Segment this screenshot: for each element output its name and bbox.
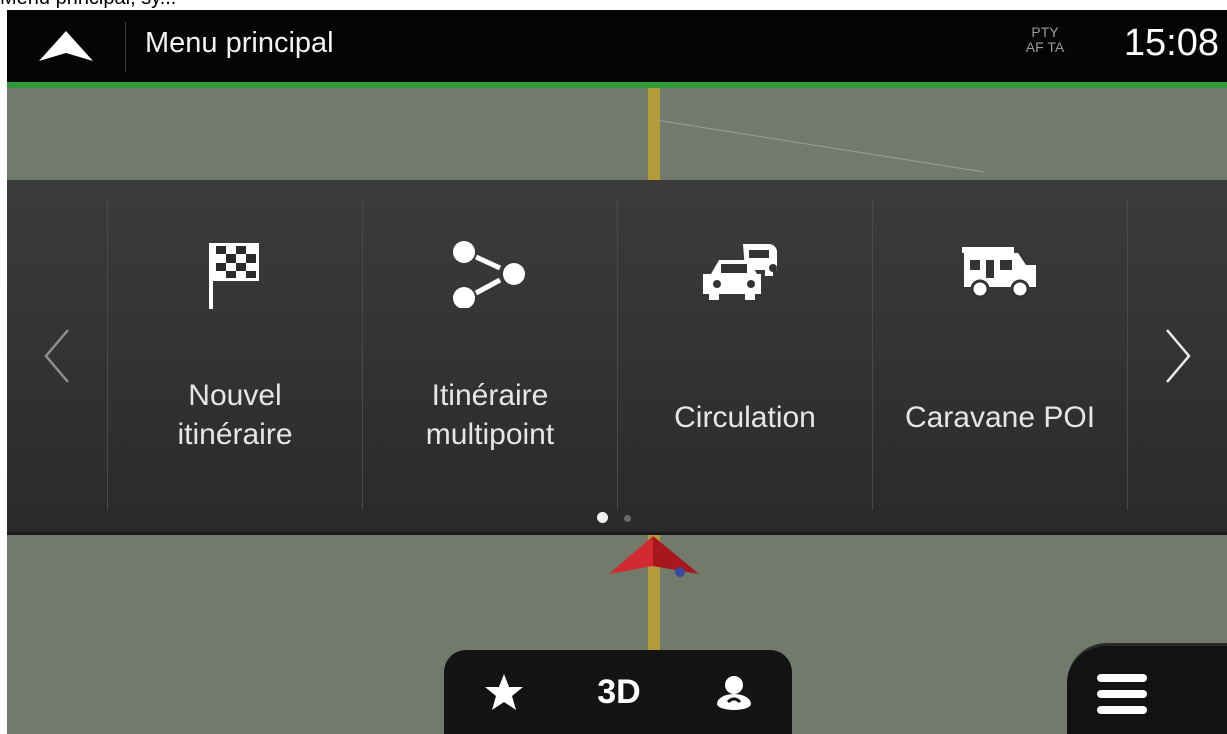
checkered-flag-icon	[108, 228, 362, 318]
user-location-button[interactable]	[694, 650, 774, 734]
menu-item-traffic[interactable]: Circulation	[618, 180, 872, 510]
previous-page-button[interactable]	[7, 180, 107, 532]
page-dot-inactive	[624, 515, 631, 522]
window-caption: Menu principal; sy...	[0, 0, 1227, 9]
menu-item-new-route[interactable]: Nouvel itinéraire	[108, 180, 362, 510]
navigation-arrow-icon	[39, 31, 93, 61]
label-line-1: Itinéraire	[431, 379, 549, 412]
radio-afta-label: AF TA	[1025, 39, 1065, 55]
map-view-upper[interactable]	[7, 88, 1227, 180]
menu-item-caravan-poi[interactable]: Caravane POI	[873, 180, 1127, 510]
label-line-1: Nouvel	[188, 379, 282, 412]
menu-item-label: Caravane POI	[904, 401, 1096, 434]
top-bar: Menu principal PTY AF TA 15:08	[7, 10, 1227, 82]
vehicle-position-marker-icon	[609, 536, 699, 577]
map-road	[648, 88, 660, 180]
radio-status: PTY AF TA	[1010, 25, 1080, 55]
main-menu-corner	[1067, 643, 1227, 734]
chevron-right-icon	[1166, 329, 1191, 383]
label-line-2: multipoint	[425, 418, 555, 451]
main-menu-panel: Nouvel itinéraire Itinéraire multipoint	[7, 180, 1227, 535]
user-location-icon	[717, 676, 751, 710]
menu-item-label: Itinéraire multipoint	[363, 376, 617, 454]
header-accent-line	[7, 82, 1227, 88]
page-indicator	[597, 512, 647, 524]
navigation-screen: Menu principal PTY AF TA 15:08 Nouvel it…	[7, 10, 1227, 734]
radio-pty-label: PTY	[1031, 24, 1059, 40]
star-icon	[485, 674, 523, 710]
traffic-cars-icon	[618, 228, 872, 318]
hamburger-menu-icon	[1097, 674, 1147, 714]
page-dot-active	[597, 512, 608, 523]
next-page-button[interactable]	[1128, 180, 1227, 532]
page-title: Menu principal	[145, 27, 334, 59]
view-mode-3d-button[interactable]: 3D	[574, 650, 664, 734]
menu-item-label: Circulation	[674, 401, 816, 434]
header-separator	[125, 22, 126, 72]
bottom-toolbar: 3D	[444, 650, 792, 734]
main-menu-button[interactable]	[1097, 672, 1177, 732]
clock: 15:08	[1123, 22, 1219, 64]
label-line-2: itinéraire	[177, 418, 293, 451]
menu-item-label: Nouvel itinéraire	[108, 376, 362, 454]
multipoint-route-icon	[363, 228, 617, 318]
navigation-back-button[interactable]	[7, 10, 125, 82]
favorites-button[interactable]	[464, 650, 544, 734]
caravan-icon	[873, 228, 1127, 318]
chevron-left-icon	[44, 329, 69, 383]
menu-item-multipoint-route[interactable]: Itinéraire multipoint	[363, 180, 617, 510]
